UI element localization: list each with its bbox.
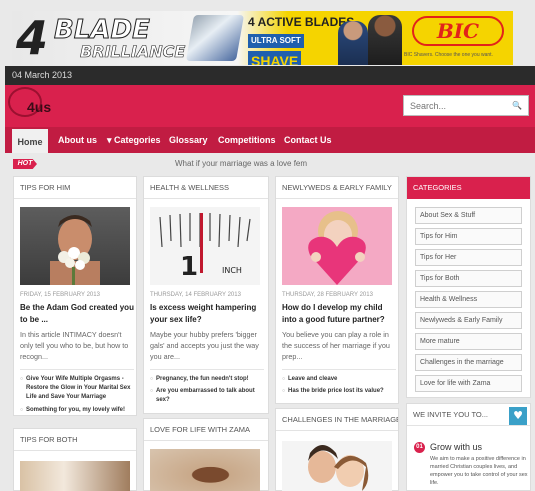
related-link[interactable]: Leave and cleave (282, 375, 396, 384)
nav-competitions[interactable]: Competitions (218, 127, 276, 153)
article-thumbnail[interactable] (20, 461, 130, 491)
article-date: FRIDAY, 15 FEBRUARY 2013 (20, 292, 100, 298)
ad-banner[interactable]: 4 BLADE BRILLIANCE 4 ACTIVE BLADES ULTRA… (12, 11, 513, 65)
news-ticker: HOT What if your marriage was a love fem (5, 154, 535, 174)
search-input[interactable] (410, 99, 510, 113)
banner-person-1 (338, 21, 368, 65)
nav-about-us[interactable]: About us (58, 127, 97, 153)
razor-image (185, 15, 245, 61)
man-with-flowers-image (50, 215, 100, 285)
section-health-wellness: HEALTH & WELLNESS 1 INCH THURSDAY, 14 FE… (143, 176, 269, 414)
nav-home[interactable]: Home (12, 127, 48, 153)
invite-widget: WE INVITE YOU TO... ♥ 01 Grow with us We… (406, 403, 531, 491)
section-heading[interactable]: HEALTH & WELLNESS (144, 177, 268, 199)
category-newlyweds-early-family[interactable]: Newlyweds & Early Family (415, 312, 522, 329)
category-about-sex-stuff[interactable]: About Sex & Stuff (415, 207, 522, 224)
category-health-wellness[interactable]: Health & Wellness (415, 291, 522, 308)
category-more-mature[interactable]: More mature (415, 333, 522, 350)
related-link[interactable]: Something for you, my lovely wife! (20, 406, 134, 415)
section-tips-for-both: TIPS FOR BOTH (13, 428, 137, 491)
categories-heading: CATEGORIES (407, 177, 530, 199)
divider (20, 369, 134, 370)
date-bar: 04 March 2013 (5, 66, 535, 85)
section-love-for-life: LOVE FOR LIFE WITH ZAMA (143, 418, 269, 491)
banner-blade-text: BLADE (54, 15, 151, 45)
current-date: 04 March 2013 (12, 70, 73, 80)
section-newlyweds-early-family: NEWLYWEDS & EARLY FAMILY THURSDAY, 28 FE… (275, 176, 399, 404)
main-nav: Home About us ▾ Categories Glossary Comp… (5, 127, 535, 153)
article-excerpt: In this article INTIMACY doesn't only te… (20, 330, 129, 361)
section-tips-for-him: TIPS FOR HIM FRIDAY, 15 FEBRUARY 2013 Be… (13, 176, 137, 416)
couple-image (308, 445, 369, 491)
section-heading[interactable]: LOVE FOR LIFE WITH ZAMA (144, 419, 268, 441)
banner-people-image (338, 15, 404, 65)
svg-text:1: 1 (180, 252, 198, 282)
divider (282, 369, 396, 370)
section-heading[interactable]: CHALLENGES IN THE MARRIAGE (276, 409, 398, 431)
section-challenges-in-marriage: CHALLENGES IN THE MARRIAGE (275, 408, 399, 491)
nav-contact-us[interactable]: Contact Us (284, 127, 332, 153)
related-link[interactable]: Pregnancy, the fun needn't stop! (150, 375, 264, 384)
hot-badge: HOT (13, 159, 37, 169)
article-date: THURSDAY, 28 FEBRUARY 2013 (282, 292, 373, 298)
banner-brilliance-text: BRILLIANCE (80, 42, 186, 61)
banner-shave: SHAVE (248, 51, 302, 65)
ticker-headline[interactable]: What if your marriage was a love fem (175, 158, 307, 170)
section-heading[interactable]: TIPS FOR BOTH (14, 429, 136, 451)
related-link[interactable]: Has the bride price lost its value? (282, 387, 396, 396)
banner-ultra-soft: ULTRA SOFT (248, 34, 304, 48)
related-link[interactable]: Give Your Wife Multiple Orgasms - Restor… (20, 375, 134, 402)
article-thumbnail[interactable] (150, 449, 260, 491)
banner-tagline: BIC Shavers. Choose the one you want. (404, 52, 493, 58)
heart-icon[interactable]: ♥ (509, 407, 527, 425)
search-icon[interactable]: 🔍 (512, 100, 522, 112)
invite-text: We aim to make a positive difference in … (430, 456, 528, 486)
section-heading[interactable]: TIPS FOR HIM (14, 177, 136, 199)
category-challenges[interactable]: Challenges in the marriage (415, 354, 522, 371)
category-tips-for-him[interactable]: Tips for Him (415, 228, 522, 245)
article-excerpt: Maybe your hubby prefers 'bigger gals' a… (150, 330, 259, 361)
banner-product-copy: 4 ACTIVE BLADES ULTRA SOFT SHAVE (248, 14, 355, 65)
bic-logo: BIC (412, 16, 504, 46)
site-logo[interactable]: 4us (27, 99, 51, 115)
page: 4 BLADE BRILLIANCE 4 ACTIVE BLADES ULTRA… (0, 0, 535, 491)
nav-glossary[interactable]: Glossary (169, 127, 208, 153)
article-title[interactable]: How do I develop my child into a good fu… (282, 302, 396, 326)
svg-text:INCH: INCH (222, 266, 242, 275)
article-title[interactable]: Be the Adam God created you to be ... (20, 302, 134, 326)
invite-number: 01 (414, 442, 425, 453)
categories-widget: CATEGORIES About Sex & Stuff Tips for Hi… (406, 176, 531, 398)
article-thumbnail[interactable] (282, 207, 392, 285)
girl-with-heart-image (282, 207, 392, 285)
category-tips-for-her[interactable]: Tips for Her (415, 249, 522, 266)
article-title[interactable]: Is excess weight hampering your sex life… (150, 302, 264, 326)
category-tips-for-both[interactable]: Tips for Both (415, 270, 522, 287)
scale-image: 1 INCH (150, 207, 260, 285)
article-thumbnail[interactable] (282, 441, 392, 491)
article-excerpt: You believe you can play a role in the s… (282, 330, 390, 361)
section-heading[interactable]: NEWLYWEDS & EARLY FAMILY (276, 177, 398, 199)
nav-categories[interactable]: ▾ Categories (107, 127, 161, 153)
article-thumbnail[interactable]: 1 INCH (150, 207, 260, 285)
site-header: 4us 🔍 (5, 85, 535, 127)
banner-active-blades: 4 ACTIVE BLADES (248, 15, 355, 29)
search-box[interactable]: 🔍 (403, 95, 529, 116)
article-date: THURSDAY, 14 FEBRUARY 2013 (150, 292, 241, 298)
article-thumbnail[interactable] (20, 207, 130, 285)
banner-number: 4 (16, 11, 49, 65)
divider (150, 369, 264, 370)
related-link[interactable]: Are you embarrassed to talk about sex? (150, 387, 264, 405)
category-love-for-life[interactable]: Love for life with Zama (415, 375, 522, 392)
invite-title[interactable]: Grow with us (430, 441, 482, 453)
banner-person-2 (368, 15, 402, 65)
